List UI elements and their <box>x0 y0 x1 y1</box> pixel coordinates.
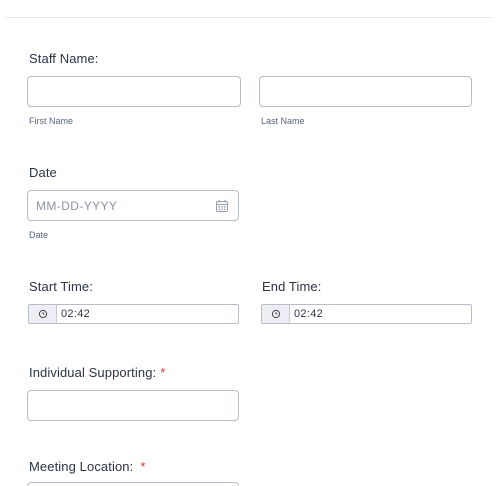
clock-icon <box>29 305 57 323</box>
end-time-label: End Time: <box>262 279 322 294</box>
calendar-icon[interactable] <box>214 198 230 214</box>
end-time-input[interactable]: 02:42 <box>261 304 472 324</box>
end-time-value: 02:42 <box>294 308 324 320</box>
first-name-sublabel: First Name <box>29 116 74 126</box>
start-time-value: 02:42 <box>61 308 91 320</box>
start-time-label: Start Time: <box>29 279 93 294</box>
date-label: Date <box>29 165 57 180</box>
last-name-sublabel: Last Name <box>261 116 305 126</box>
individual-supporting-input[interactable] <box>27 390 239 421</box>
first-name-input[interactable] <box>27 76 241 107</box>
last-name-input[interactable] <box>259 76 472 107</box>
individual-supporting-label: Individual Supporting: * <box>29 365 166 380</box>
date-input[interactable]: MM-DD-YYYY <box>27 190 239 221</box>
date-placeholder: MM-DD-YYYY <box>36 198 118 213</box>
top-divider <box>5 17 493 18</box>
clock-icon <box>262 305 290 323</box>
meeting-location-label: Meeting Location: * <box>29 459 146 474</box>
start-time-input[interactable]: 02:42 <box>28 304 239 324</box>
date-sublabel: Date <box>29 230 49 240</box>
meeting-location-select[interactable] <box>27 482 239 486</box>
staff-name-label: Staff Name: <box>29 51 99 66</box>
required-asterisk: * <box>160 365 166 380</box>
required-asterisk: * <box>140 459 146 474</box>
